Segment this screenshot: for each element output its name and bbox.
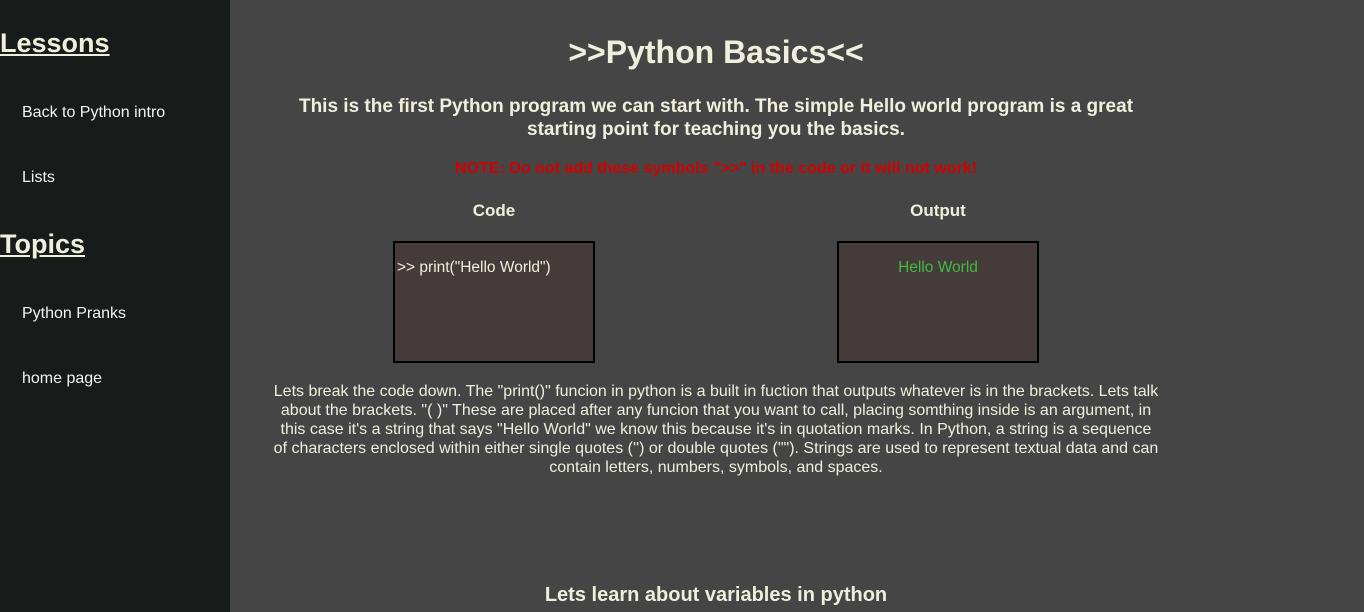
code-heading: Code: [473, 202, 516, 219]
output-heading: Output: [910, 202, 966, 219]
sidebar-item-back-to-python-intro[interactable]: Back to Python intro: [22, 104, 230, 122]
code-box: >> print("Hello World"): [393, 241, 595, 363]
code-output-headings-row: Code Output: [272, 202, 1160, 219]
note-warning-text: NOTE: Do not add these symbols ">>" in t…: [272, 161, 1160, 177]
content-column: >>Python Basics<< This is the first Pyth…: [272, 0, 1160, 605]
main-content: >>Python Basics<< This is the first Pyth…: [230, 0, 1364, 612]
output-text: Hello World: [898, 259, 978, 276]
explanation-text: Lets break the code down. The "print()" …: [272, 382, 1160, 477]
variables-section-heading: Lets learn about variables in python: [272, 585, 1160, 605]
code-heading-cell: Code: [272, 202, 716, 219]
intro-text: This is the first Python program we can …: [272, 95, 1160, 141]
sidebar-item-home-page[interactable]: home page: [22, 370, 230, 388]
output-heading-cell: Output: [716, 202, 1160, 219]
sidebar-item-lists[interactable]: Lists: [22, 169, 230, 187]
sidebar-heading-topics: Topics: [0, 229, 230, 260]
sidebar: Lessons Back to Python intro Lists Topic…: [0, 0, 230, 612]
sidebar-heading-lessons: Lessons: [0, 28, 230, 59]
code-text: >> print("Hello World"): [397, 259, 551, 276]
output-box: Hello World: [837, 241, 1039, 363]
sidebar-item-python-pranks[interactable]: Python Pranks: [22, 305, 230, 323]
output-box-cell: Hello World: [716, 241, 1160, 363]
page-title: >>Python Basics<<: [272, 0, 1160, 68]
code-output-boxes-row: >> print("Hello World") Hello World: [272, 241, 1160, 363]
code-box-cell: >> print("Hello World"): [272, 241, 716, 363]
